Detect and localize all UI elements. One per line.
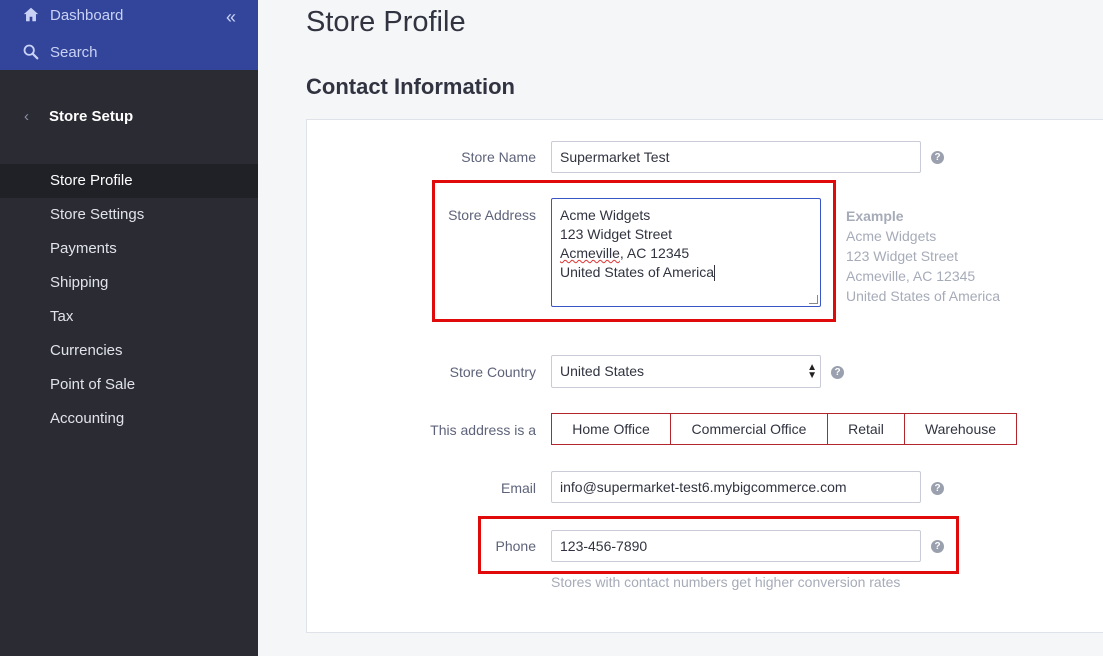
phone-input[interactable]: 123-456-7890 <box>551 530 921 562</box>
help-icon[interactable]: ? <box>931 540 944 553</box>
address-type-label: This address is a <box>430 422 536 438</box>
text-caret <box>714 265 716 282</box>
sidebar-item-point-of-sale[interactable]: Point of Sale <box>0 368 258 402</box>
example-line: Acme Widgets <box>846 228 937 244</box>
address-line: Acmeville, AC 12345 <box>560 244 812 263</box>
help-icon[interactable]: ? <box>931 151 944 164</box>
sidebar-item-currencies[interactable]: Currencies <box>0 334 258 368</box>
sidebar-item-shipping[interactable]: Shipping <box>0 266 258 300</box>
main-content: Store Profile Contact Information Store … <box>258 0 1103 656</box>
email-input[interactable]: info@supermarket-test6.mybigcommerce.com <box>551 471 921 503</box>
example-line: 123 Widget Street <box>846 248 959 264</box>
sidebar: Dashboard Search « ‹ Store Setup Store P… <box>0 0 258 656</box>
address-line: 123 Widget Street <box>560 226 673 242</box>
misspelled-word: Acmeville <box>560 245 620 261</box>
help-icon[interactable]: ? <box>931 482 944 495</box>
phone-hint: Stores with contact numbers get higher c… <box>551 574 901 590</box>
store-country-label: Store Country <box>449 364 536 380</box>
select-arrows-icon: ▲ ▼ <box>807 361 817 381</box>
address-type-segmented-control: Home Office Commercial Office Retail War… <box>551 413 1017 445</box>
nav-search-label: Search <box>50 43 98 61</box>
address-line-rest: , AC 12345 <box>619 245 690 261</box>
sidebar-item-accounting[interactable]: Accounting <box>0 402 258 436</box>
address-example: Example Acme Widgets 123 Widget Street A… <box>846 206 1000 306</box>
sidebar-item-store-settings[interactable]: Store Settings <box>0 198 258 232</box>
home-icon <box>23 7 39 22</box>
sidebar-item-store-profile[interactable]: Store Profile <box>0 164 258 198</box>
back-to-section[interactable]: ‹ Store Setup <box>24 108 133 125</box>
page-title: Store Profile <box>306 6 466 38</box>
nav-dashboard-label: Dashboard <box>50 6 124 24</box>
store-name-input[interactable]: Supermarket Test <box>551 141 921 173</box>
store-country-value: United States <box>560 363 645 379</box>
nav-dashboard[interactable]: Dashboard <box>22 6 123 24</box>
phone-label: Phone <box>495 538 536 554</box>
chevron-left-icon: ‹ <box>24 108 29 125</box>
sidebar-header: Dashboard Search « <box>0 0 258 70</box>
address-line-text: United States of America <box>560 264 715 280</box>
example-line: United States of America <box>846 288 1001 304</box>
search-icon <box>23 44 39 60</box>
contact-information-heading: Contact Information <box>306 74 515 99</box>
resize-handle-icon[interactable] <box>809 295 818 304</box>
sidebar-nav: Store Profile Store Settings Payments Sh… <box>0 164 258 436</box>
help-icon[interactable]: ? <box>831 366 844 379</box>
address-line: Acme Widgets <box>560 207 651 223</box>
example-line: Acmeville, AC 12345 <box>846 268 976 284</box>
example-heading: Example <box>846 208 904 224</box>
store-address-label: Store Address <box>448 207 536 223</box>
store-address-textarea[interactable]: Acme Widgets 123 Widget Street Acmeville… <box>551 198 821 307</box>
address-type-commercial-office[interactable]: Commercial Office <box>671 414 828 444</box>
nav-search[interactable]: Search <box>22 43 98 61</box>
address-type-retail[interactable]: Retail <box>828 414 905 444</box>
sidebar-item-payments[interactable]: Payments <box>0 232 258 266</box>
address-type-warehouse[interactable]: Warehouse <box>905 414 1016 444</box>
address-line: United States of America <box>560 263 812 282</box>
email-label: Email <box>500 480 536 496</box>
store-name-label: Store Name <box>461 149 536 165</box>
store-country-select[interactable]: United States ▲ ▼ <box>551 355 821 388</box>
address-type-home-office[interactable]: Home Office <box>552 414 671 444</box>
collapse-sidebar-icon[interactable]: « <box>226 8 236 26</box>
section-title: Store Setup <box>49 108 134 125</box>
sidebar-item-tax[interactable]: Tax <box>0 300 258 334</box>
